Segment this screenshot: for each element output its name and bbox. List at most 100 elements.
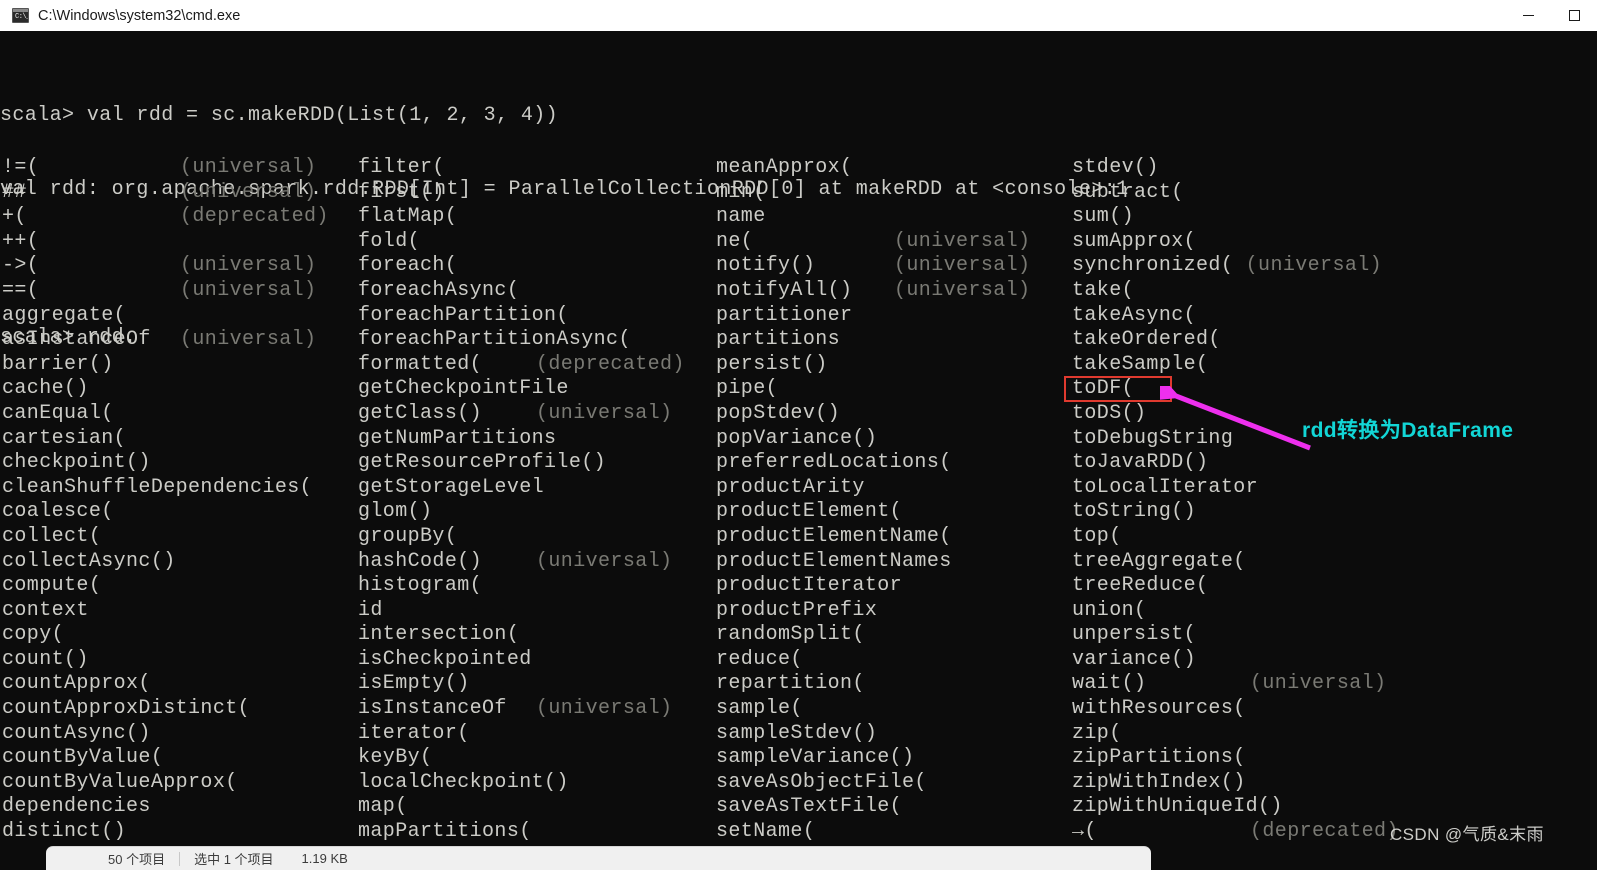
completion-item[interactable]: ## (universal) bbox=[2, 181, 358, 206]
completion-item[interactable]: copy( bbox=[2, 623, 358, 648]
completion-item[interactable]: isCheckpointed bbox=[358, 648, 716, 673]
completion-item[interactable]: filter( bbox=[358, 156, 716, 181]
completion-item[interactable]: min( bbox=[716, 181, 1072, 206]
console-window[interactable]: scala> val rdd = sc.makeRDD(List(1, 2, 3… bbox=[0, 31, 1597, 870]
completion-item[interactable]: reduce( bbox=[716, 648, 1072, 673]
completion-item[interactable]: subtract( bbox=[1072, 181, 1597, 206]
completion-item[interactable]: ->((universal) bbox=[2, 254, 358, 279]
completion-item[interactable]: popVariance() bbox=[716, 427, 1072, 452]
completion-item[interactable]: randomSplit( bbox=[716, 623, 1072, 648]
completion-item[interactable]: takeAsync( bbox=[1072, 304, 1597, 329]
window-title-bar[interactable]: C:\_ C:\Windows\system32\cmd.exe bbox=[0, 0, 1597, 31]
completion-item[interactable]: notifyAll() (universal) bbox=[716, 279, 1072, 304]
completion-item[interactable]: getStorageLevel bbox=[358, 476, 716, 501]
completion-item[interactable]: sampleVariance() bbox=[716, 746, 1072, 771]
completion-item[interactable]: countApprox( bbox=[2, 672, 358, 697]
completion-item[interactable]: countByValueApprox( bbox=[2, 771, 358, 796]
completion-item[interactable]: mapPartitions( bbox=[358, 820, 716, 845]
completion-item[interactable]: top( bbox=[1072, 525, 1597, 550]
completion-item[interactable]: compute( bbox=[2, 574, 358, 599]
completion-item[interactable]: cartesian( bbox=[2, 427, 358, 452]
completion-item[interactable]: saveAsTextFile( bbox=[716, 795, 1072, 820]
completion-item[interactable]: zipWithIndex() bbox=[1072, 771, 1597, 796]
completion-item[interactable]: context bbox=[2, 599, 358, 624]
completion-item[interactable]: meanApprox( bbox=[716, 156, 1072, 181]
completion-item[interactable]: stdev() bbox=[1072, 156, 1597, 181]
completion-item[interactable]: treeReduce( bbox=[1072, 574, 1597, 599]
completion-item[interactable]: productArity bbox=[716, 476, 1072, 501]
completion-item[interactable]: id bbox=[358, 599, 716, 624]
completion-item[interactable]: foreach( bbox=[358, 254, 716, 279]
completion-item[interactable]: formatted((deprecated) bbox=[358, 353, 716, 378]
completion-item[interactable]: localCheckpoint() bbox=[358, 771, 716, 796]
completion-item[interactable]: partitions bbox=[716, 328, 1072, 353]
completion-item[interactable]: zipPartitions( bbox=[1072, 746, 1597, 771]
completion-item[interactable]: canEqual( bbox=[2, 402, 358, 427]
completion-item[interactable]: sum() bbox=[1072, 205, 1597, 230]
completion-item[interactable]: countApproxDistinct( bbox=[2, 697, 358, 722]
completion-item[interactable]: ne((universal) bbox=[716, 230, 1072, 255]
completion-item[interactable]: repartition( bbox=[716, 672, 1072, 697]
completion-item[interactable]: preferredLocations( bbox=[716, 451, 1072, 476]
completion-item[interactable]: pipe( bbox=[716, 377, 1072, 402]
completion-item[interactable]: aggregate( bbox=[2, 304, 358, 329]
completion-item[interactable]: sumApprox( bbox=[1072, 230, 1597, 255]
completion-item[interactable]: flatMap( bbox=[358, 205, 716, 230]
completion-item[interactable]: notify() (universal) bbox=[716, 254, 1072, 279]
completion-item[interactable]: collect( bbox=[2, 525, 358, 550]
completion-item[interactable]: dependencies bbox=[2, 795, 358, 820]
completion-item[interactable]: keyBy( bbox=[358, 746, 716, 771]
completion-item[interactable]: withResources( bbox=[1072, 697, 1597, 722]
completion-item[interactable]: isEmpty() bbox=[358, 672, 716, 697]
completion-item[interactable]: getClass() (universal) bbox=[358, 402, 716, 427]
completion-item[interactable]: getCheckpointFile bbox=[358, 377, 716, 402]
completion-item[interactable]: intersection( bbox=[358, 623, 716, 648]
completion-item[interactable]: synchronized( (universal) bbox=[1072, 254, 1597, 279]
completion-item[interactable]: fold( bbox=[358, 230, 716, 255]
completion-item[interactable]: groupBy( bbox=[358, 525, 716, 550]
completion-item[interactable]: takeOrdered( bbox=[1072, 328, 1597, 353]
completion-item[interactable]: foreachAsync( bbox=[358, 279, 716, 304]
completion-item[interactable]: productIterator bbox=[716, 574, 1072, 599]
completion-item[interactable]: treeAggregate( bbox=[1072, 550, 1597, 575]
completion-item[interactable]: countAsync() bbox=[2, 722, 358, 747]
completion-item[interactable]: productPrefix bbox=[716, 599, 1072, 624]
completion-item[interactable]: countByValue( bbox=[2, 746, 358, 771]
completion-item[interactable]: cache() bbox=[2, 377, 358, 402]
completion-item[interactable]: barrier() bbox=[2, 353, 358, 378]
completion-item[interactable]: ++( bbox=[2, 230, 358, 255]
minimize-button[interactable] bbox=[1505, 0, 1551, 31]
completion-item[interactable]: take( bbox=[1072, 279, 1597, 304]
completion-item[interactable]: count() bbox=[2, 648, 358, 673]
completion-item[interactable]: iterator( bbox=[358, 722, 716, 747]
completion-item[interactable]: sample( bbox=[716, 697, 1072, 722]
completion-item[interactable]: toString() bbox=[1072, 500, 1597, 525]
completion-item[interactable]: toLocalIterator bbox=[1072, 476, 1597, 501]
completion-item[interactable]: persist() bbox=[716, 353, 1072, 378]
completion-item[interactable]: productElement( bbox=[716, 500, 1072, 525]
completion-item[interactable]: union( bbox=[1072, 599, 1597, 624]
completion-item[interactable]: toJavaRDD() bbox=[1072, 451, 1597, 476]
completion-item[interactable]: setName( bbox=[716, 820, 1072, 845]
completion-item[interactable]: toDF( bbox=[1072, 377, 1597, 402]
completion-item[interactable]: first() bbox=[358, 181, 716, 206]
completion-item[interactable]: ==((universal) bbox=[2, 279, 358, 304]
completion-item[interactable]: productElementName( bbox=[716, 525, 1072, 550]
completion-item[interactable]: zipWithUniqueId() bbox=[1072, 795, 1597, 820]
completion-item[interactable]: popStdev() bbox=[716, 402, 1072, 427]
completion-item[interactable]: !=((universal) bbox=[2, 156, 358, 181]
completion-item[interactable]: histogram( bbox=[358, 574, 716, 599]
completion-item[interactable]: glom() bbox=[358, 500, 716, 525]
completion-item[interactable]: foreachPartitionAsync( bbox=[358, 328, 716, 353]
completion-item[interactable]: unpersist( bbox=[1072, 623, 1597, 648]
completion-item[interactable]: map( bbox=[358, 795, 716, 820]
completion-item[interactable]: wait() (universal) bbox=[1072, 672, 1597, 697]
completion-item[interactable]: cleanShuffleDependencies( bbox=[2, 476, 358, 501]
completion-item[interactable]: hashCode() (universal) bbox=[358, 550, 716, 575]
completion-item[interactable]: saveAsObjectFile( bbox=[716, 771, 1072, 796]
completion-item[interactable]: distinct() bbox=[2, 820, 358, 845]
completion-item[interactable]: collectAsync() bbox=[2, 550, 358, 575]
completion-item[interactable]: name bbox=[716, 205, 1072, 230]
completion-item[interactable]: checkpoint() bbox=[2, 451, 358, 476]
completion-item[interactable]: asInstanceOf (universal) bbox=[2, 328, 358, 353]
